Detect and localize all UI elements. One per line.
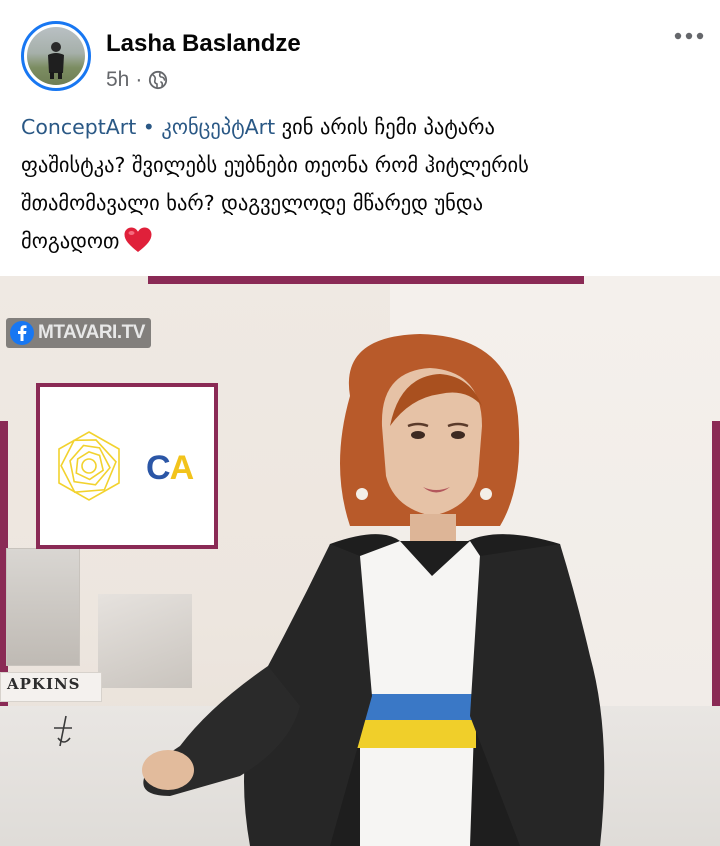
post-time[interactable]: 5h xyxy=(106,68,129,92)
globe-icon xyxy=(149,70,168,90)
author-avatar[interactable] xyxy=(21,21,91,91)
conceptart-logo: CA xyxy=(36,383,218,549)
post-text-line-1-rest: ვინ არის ჩემი პატარა xyxy=(275,115,495,139)
post-header: Lasha Baslandze 5h · xyxy=(0,0,720,104)
author-name[interactable]: Lasha Baslandze xyxy=(106,30,301,58)
post-text-line-4-text: მოგადოთ xyxy=(21,229,120,253)
more-options-icon[interactable] xyxy=(672,26,706,46)
post-meta: 5h · xyxy=(106,68,168,92)
rose-logo-icon xyxy=(58,431,120,501)
post-text-line-1: ConceptArt • კონცეპტArt ვინ არის ჩემი პა… xyxy=(21,108,701,146)
channel-badge: MTAVARI.TV xyxy=(6,318,151,348)
page-links[interactable]: ConceptArt • კონცეპტArt xyxy=(21,115,275,139)
post-text: ConceptArt • კონცეპტArt ვინ არის ჩემი პა… xyxy=(21,108,701,260)
post-text-line-3: შთამომავალი ხარ? დაგველოდე მწარედ უნდა xyxy=(21,191,484,215)
facebook-icon xyxy=(10,321,34,345)
channel-name: MTAVARI.TV xyxy=(38,322,145,343)
post-text-line-4: მოგადოთ xyxy=(21,222,701,260)
woman-portrait xyxy=(54,334,605,846)
avatar-photo xyxy=(27,27,85,85)
logo-letter-a: A xyxy=(169,449,195,487)
heart-icon xyxy=(124,227,152,252)
logo-letter-c: C xyxy=(146,449,171,487)
meta-separator: · xyxy=(135,68,143,91)
logo-text: CA xyxy=(146,449,195,488)
avatar-person-figure xyxy=(48,42,64,79)
post-text-line-2: ფაშისტკა? შვილებს ეუბნები თეონა რომ ჰიტლ… xyxy=(21,153,529,177)
post-image[interactable]: APKINS MTAVARI.TV CA xyxy=(0,276,720,846)
